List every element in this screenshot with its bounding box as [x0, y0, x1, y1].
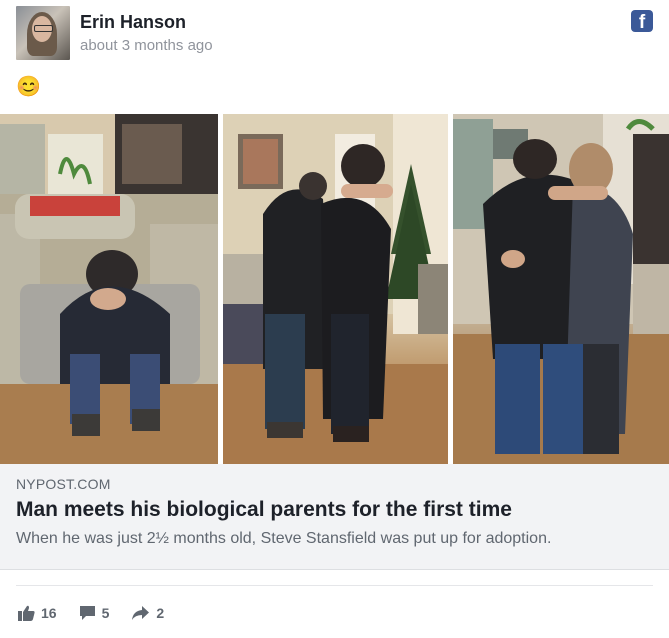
image-panel-2 [223, 114, 448, 464]
comments-count: 5 [101, 605, 110, 621]
comment-icon [79, 606, 95, 620]
link-source-domain: NYPOST.COM [16, 476, 111, 492]
shares-stat[interactable]: 2 [131, 605, 164, 621]
image-panel-3 [453, 114, 669, 464]
author-name[interactable]: Erin Hanson [80, 12, 186, 33]
post-header: Erin Hanson about 3 months ago f [16, 6, 653, 62]
like-icon [18, 605, 35, 621]
avatar[interactable] [16, 6, 70, 60]
post-timestamp[interactable]: about 3 months ago [80, 37, 213, 54]
share-icon [132, 606, 150, 620]
likes-stat[interactable]: 16 [18, 605, 57, 621]
shares-count: 2 [156, 605, 165, 621]
link-preview-image[interactable] [0, 114, 669, 464]
facebook-icon: f [631, 10, 653, 32]
link-preview-card[interactable]: NYPOST.COM Man meets his biological pare… [0, 114, 669, 570]
link-description: When he was just 2½ months old, Steve St… [16, 530, 552, 547]
image-panel-1 [0, 114, 218, 464]
likes-count: 16 [41, 605, 57, 621]
comments-stat[interactable]: 5 [79, 605, 110, 621]
post-text: 😊 [16, 76, 41, 98]
engagement-stats: 16 5 2 [18, 602, 186, 624]
divider [16, 585, 653, 586]
link-title[interactable]: Man meets his biological parents for the… [16, 498, 512, 522]
